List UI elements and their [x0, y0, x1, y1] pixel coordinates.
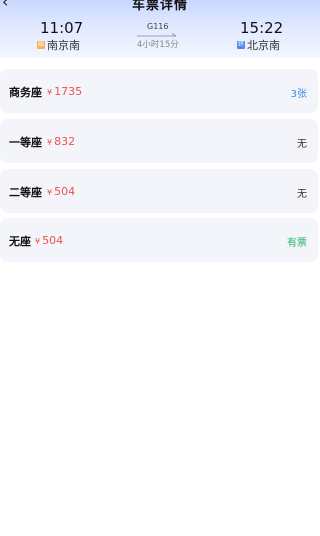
trip-duration: 4小时15分: [137, 40, 179, 50]
yen-icon: ¥: [47, 138, 53, 147]
departure-station-name: 南京南: [47, 39, 80, 52]
seat-name: 二等座: [9, 186, 42, 199]
seat-name: 一等座: [9, 136, 42, 149]
seat-price: ¥1735: [47, 85, 83, 98]
seat-price: ¥504: [47, 185, 76, 198]
arrival-time: 15:22: [240, 19, 284, 37]
train-number: G116: [147, 22, 169, 31]
seat-price: ¥504: [35, 234, 64, 247]
yen-icon: ¥: [47, 188, 53, 197]
seat-card-first-class[interactable]: 一等座 ¥832 无: [0, 119, 318, 163]
departure-time: 11:07: [40, 19, 84, 37]
yen-icon: ¥: [35, 237, 41, 246]
seat-card-business[interactable]: 商务座 ¥1735 3张: [0, 69, 318, 113]
arrival-station-name: 北京南: [247, 39, 280, 52]
seat-availability: 无: [297, 189, 307, 200]
seat-name: 无座: [9, 235, 31, 248]
seat-availability: 有票: [287, 238, 307, 249]
arrival-station: 终 北京南: [237, 37, 280, 53]
ticket-header: ‹ 车票详情 11:07 始 南京南 G116 4小时15分 15:22 终 北…: [0, 0, 320, 58]
seat-card-second-class[interactable]: 二等座 ¥504 无: [0, 169, 318, 213]
seat-availability: 无: [297, 139, 307, 150]
page-title: 车票详情: [131, 0, 188, 13]
departure-station: 始 南京南: [37, 37, 80, 53]
departure-station-icon: 始: [37, 41, 45, 49]
seat-card-no-seat[interactable]: 无座 ¥504 有票: [0, 218, 318, 262]
seat-price: ¥832: [47, 135, 76, 148]
arrow-right-icon: [137, 33, 177, 37]
arrival-station-icon: 终: [237, 41, 245, 49]
yen-icon: ¥: [47, 88, 53, 97]
seat-name: 商务座: [9, 86, 42, 99]
seat-availability: 3张: [290, 89, 307, 100]
